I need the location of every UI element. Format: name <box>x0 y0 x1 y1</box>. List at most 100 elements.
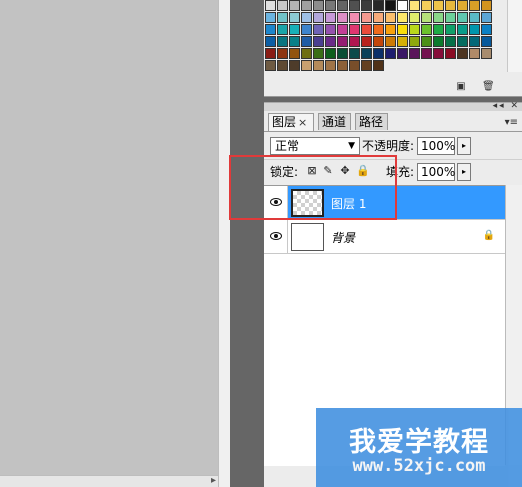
color-swatch[interactable] <box>421 0 432 11</box>
color-swatch[interactable] <box>457 24 468 35</box>
color-swatch[interactable] <box>397 48 408 59</box>
color-swatch[interactable] <box>373 48 384 59</box>
color-swatch[interactable] <box>277 48 288 59</box>
color-swatch[interactable] <box>397 24 408 35</box>
panel-menu-icon[interactable]: ▾≡ <box>505 117 518 128</box>
color-swatch[interactable] <box>277 12 288 23</box>
color-swatch[interactable] <box>325 24 336 35</box>
visibility-toggle[interactable] <box>264 220 288 253</box>
color-swatch[interactable] <box>301 36 312 47</box>
color-swatch[interactable] <box>361 36 372 47</box>
color-swatch[interactable] <box>325 60 336 71</box>
color-swatch[interactable] <box>433 36 444 47</box>
color-swatch[interactable] <box>313 60 324 71</box>
color-swatch[interactable] <box>313 12 324 23</box>
color-swatch[interactable] <box>325 48 336 59</box>
color-swatch[interactable] <box>445 24 456 35</box>
color-swatch[interactable] <box>409 12 420 23</box>
color-swatch[interactable] <box>433 24 444 35</box>
tab-paths[interactable]: 路径 <box>355 113 388 130</box>
color-swatch[interactable] <box>373 12 384 23</box>
color-swatch[interactable] <box>265 24 276 35</box>
color-swatch[interactable] <box>349 48 360 59</box>
color-swatch[interactable] <box>481 0 492 11</box>
color-swatch[interactable] <box>361 0 372 11</box>
color-swatch[interactable] <box>337 12 348 23</box>
color-swatch[interactable] <box>385 48 396 59</box>
color-swatch[interactable] <box>397 36 408 47</box>
document-canvas-area[interactable] <box>0 0 218 475</box>
fill-input[interactable]: 100% <box>417 163 455 181</box>
color-swatch[interactable] <box>265 0 276 11</box>
color-swatch[interactable] <box>385 24 396 35</box>
color-swatch[interactable] <box>373 36 384 47</box>
color-swatch[interactable] <box>481 36 492 47</box>
color-swatch[interactable] <box>409 48 420 59</box>
color-swatch[interactable] <box>301 0 312 11</box>
color-swatch[interactable] <box>265 12 276 23</box>
blend-mode-select[interactable]: 正常 ▼ <box>270 137 360 155</box>
color-swatch[interactable] <box>481 48 492 59</box>
delete-swatch-icon[interactable]: 🗑 <box>482 82 495 92</box>
tab-channels[interactable]: 通道 <box>318 113 351 130</box>
opacity-input[interactable]: 100% <box>417 137 455 155</box>
color-swatch[interactable] <box>361 60 372 71</box>
color-swatch[interactable] <box>421 48 432 59</box>
color-swatch[interactable] <box>325 36 336 47</box>
opacity-slider-toggle[interactable]: ▸ <box>457 137 471 155</box>
color-swatch[interactable] <box>433 48 444 59</box>
color-swatch[interactable] <box>373 24 384 35</box>
color-swatch[interactable] <box>313 24 324 35</box>
color-swatch[interactable] <box>469 0 480 11</box>
color-swatch[interactable] <box>301 48 312 59</box>
color-swatch[interactable] <box>373 0 384 11</box>
color-swatch[interactable] <box>289 48 300 59</box>
color-swatch[interactable] <box>469 24 480 35</box>
layer-row-background[interactable]: 背景 🔒 <box>264 220 505 254</box>
tab-layers[interactable]: 图层 × <box>268 113 314 131</box>
color-swatch[interactable] <box>337 60 348 71</box>
color-swatch[interactable] <box>265 48 276 59</box>
color-swatch[interactable] <box>469 48 480 59</box>
color-swatch[interactable] <box>289 24 300 35</box>
color-swatch[interactable] <box>349 24 360 35</box>
color-swatch[interactable] <box>301 12 312 23</box>
color-swatch[interactable] <box>361 12 372 23</box>
color-swatch[interactable] <box>361 48 372 59</box>
color-swatch[interactable] <box>325 0 336 11</box>
color-swatch[interactable] <box>349 60 360 71</box>
color-swatch[interactable] <box>409 24 420 35</box>
color-swatch[interactable] <box>373 60 384 71</box>
color-swatch[interactable] <box>289 60 300 71</box>
color-swatch[interactable] <box>445 48 456 59</box>
color-swatch[interactable] <box>349 36 360 47</box>
color-swatch[interactable] <box>301 24 312 35</box>
color-swatch[interactable] <box>313 0 324 11</box>
color-swatch[interactable] <box>277 36 288 47</box>
color-swatch[interactable] <box>337 0 348 11</box>
color-swatch[interactable] <box>337 24 348 35</box>
color-swatch[interactable] <box>421 36 432 47</box>
color-swatch[interactable] <box>433 12 444 23</box>
color-swatch[interactable] <box>481 12 492 23</box>
color-swatch[interactable] <box>445 12 456 23</box>
color-swatch[interactable] <box>469 36 480 47</box>
color-swatch[interactable] <box>313 48 324 59</box>
close-tab-icon[interactable]: × <box>298 116 307 129</box>
fill-slider-toggle[interactable]: ▸ <box>457 163 471 181</box>
color-swatch[interactable] <box>277 0 288 11</box>
swatches-scrollbar[interactable] <box>507 0 522 72</box>
color-swatch[interactable] <box>301 60 312 71</box>
color-swatch[interactable] <box>325 12 336 23</box>
color-swatch[interactable] <box>289 0 300 11</box>
color-swatch[interactable] <box>385 36 396 47</box>
color-swatch[interactable] <box>445 36 456 47</box>
color-swatch[interactable] <box>457 0 468 11</box>
color-swatch[interactable] <box>361 24 372 35</box>
color-swatch[interactable] <box>385 12 396 23</box>
panel-collapse-close-icon[interactable]: ◂◂ ✕ <box>493 101 520 111</box>
color-swatch[interactable] <box>469 12 480 23</box>
scroll-right-icon[interactable]: ▸ <box>211 475 216 486</box>
color-swatch[interactable] <box>289 36 300 47</box>
color-swatch[interactable] <box>481 24 492 35</box>
